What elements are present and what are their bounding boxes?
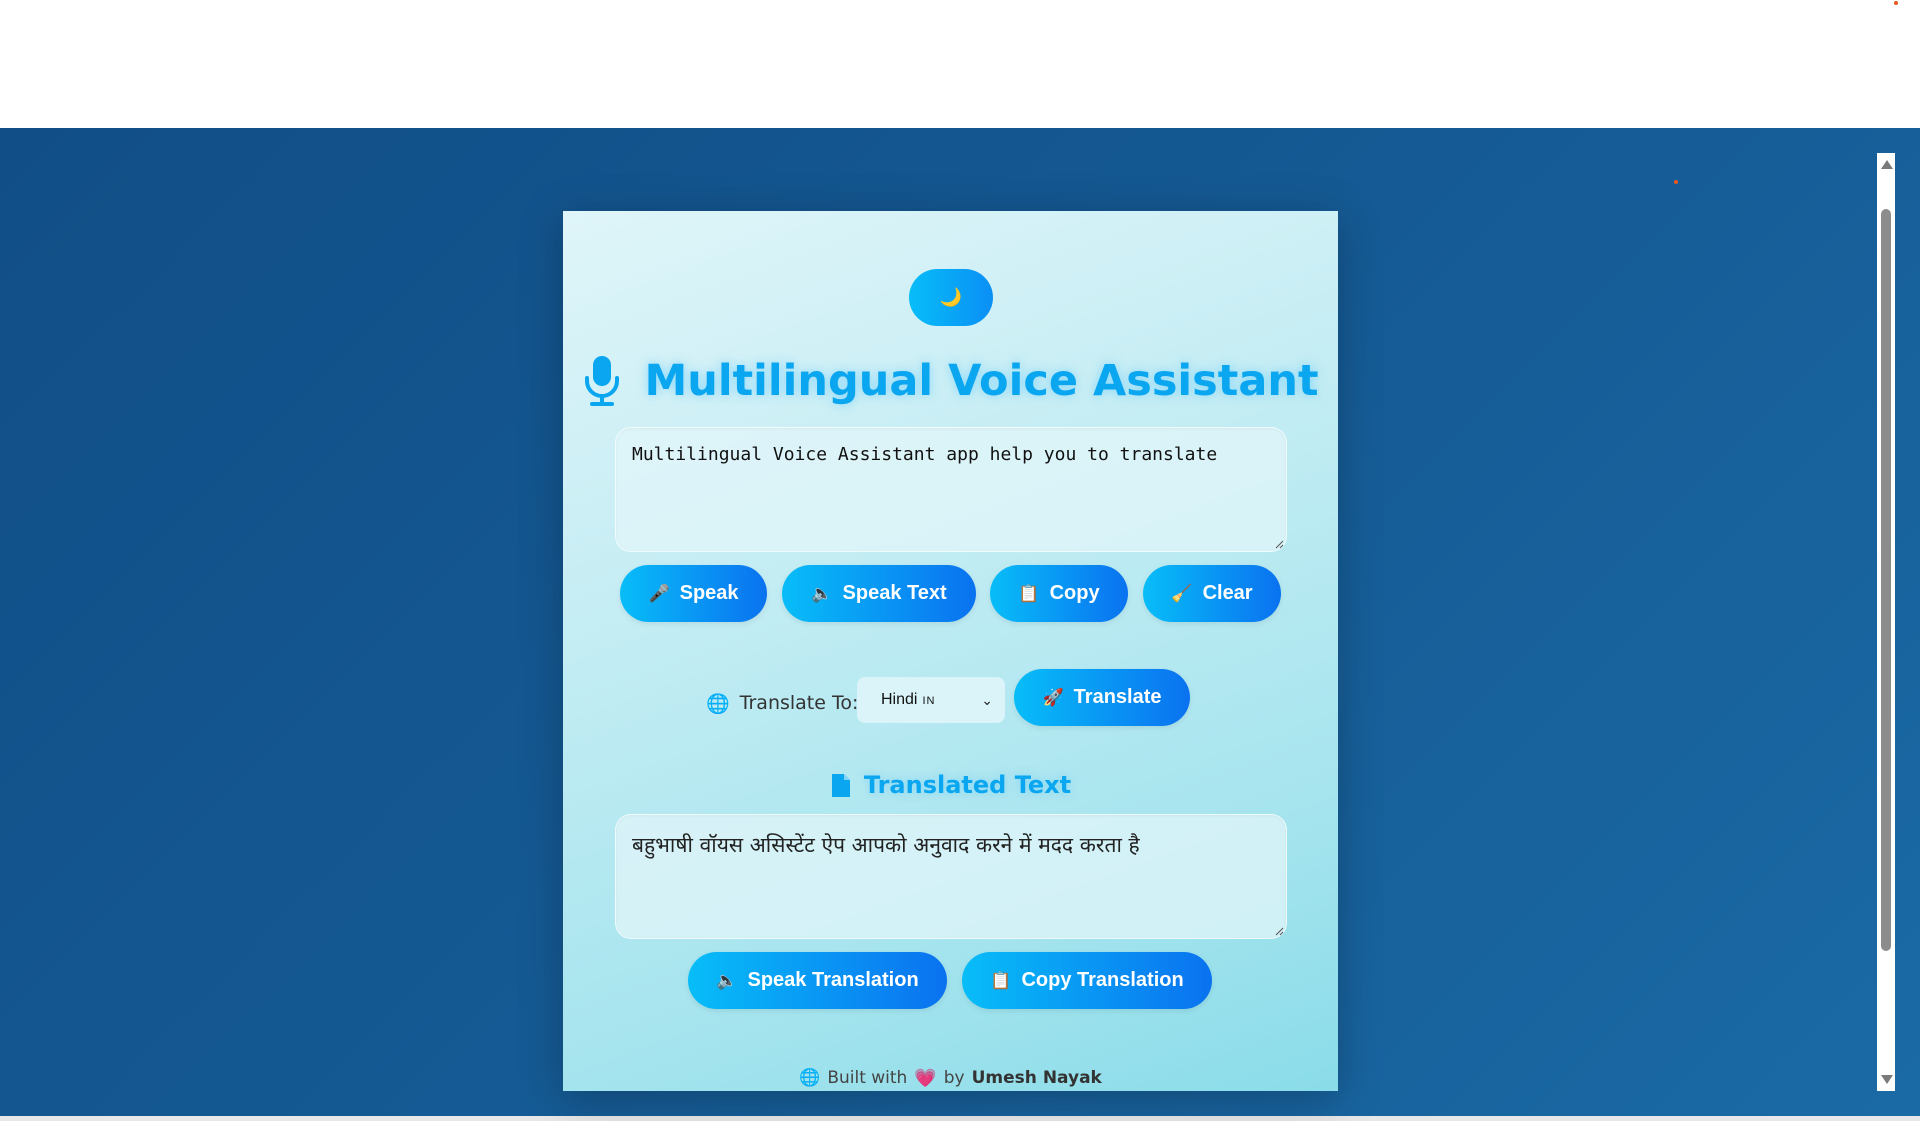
- clipboard-icon: 📋: [1018, 584, 1040, 603]
- translate-to-text: Translate To:: [739, 692, 859, 714]
- microphone-icon: 🎤: [648, 584, 670, 603]
- rocket-icon: 🚀: [1042, 688, 1064, 707]
- clear-button[interactable]: 🧹 Clear: [1143, 565, 1281, 622]
- assistant-card: 🌙 Multilingual Voice Assistant Multiling…: [563, 211, 1338, 1091]
- speaker-icon: 🔈: [716, 971, 738, 990]
- language-select-value: Hindi IN: [881, 691, 936, 708]
- translation-output-text: बहुभाषी वॉयस असिस्टेंट ऐप आपको अनुवाद कर…: [632, 833, 1140, 857]
- globe-icon: 🌐: [799, 1068, 821, 1088]
- translate-to-label: 🌐 Translate To:: [706, 688, 858, 718]
- document-icon: [831, 773, 850, 797]
- chevron-down-icon: ⌄: [981, 691, 993, 708]
- status-dot: [1894, 1, 1898, 5]
- translated-text-heading-label: Translated Text: [863, 771, 1072, 799]
- copy-translation-button-label: Copy Translation: [1021, 969, 1184, 991]
- page-title: Multilingual Voice Assistant: [644, 356, 1319, 406]
- bottom-edge: [0, 1116, 1920, 1121]
- speak-translation-button-label: Speak Translation: [747, 969, 919, 991]
- scroll-up-arrow-icon[interactable]: [1881, 160, 1893, 169]
- translation-output-textarea[interactable]: बहुभाषी वॉयस असिस्टेंट ऐप आपको अनुवाद कर…: [615, 814, 1287, 939]
- scroll-down-arrow-icon[interactable]: [1881, 1075, 1893, 1084]
- clipboard-icon: 📋: [990, 971, 1012, 990]
- input-text: Multilingual Voice Assistant app help yo…: [632, 444, 1218, 465]
- app-header: Multilingual Voice Assistant: [563, 341, 1338, 421]
- resize-grip-icon[interactable]: [1274, 926, 1284, 936]
- copy-button-label: Copy: [1049, 582, 1100, 604]
- theme-toggle-button[interactable]: 🌙: [909, 269, 993, 326]
- browser-top-area: [0, 0, 1920, 128]
- vertical-scrollbar[interactable]: [1877, 153, 1895, 1091]
- microphone-icon: [585, 356, 620, 406]
- clear-button-label: Clear: [1202, 582, 1253, 604]
- translate-button[interactable]: 🚀 Translate: [1014, 669, 1190, 726]
- scroll-thumb[interactable]: [1881, 209, 1891, 951]
- footer-prefix: Built with: [827, 1068, 908, 1088]
- globe-icon: 🌐: [706, 692, 730, 715]
- translate-button-label: Translate: [1073, 686, 1162, 708]
- author-name: Umesh Nayak: [971, 1068, 1102, 1088]
- heart-icon: 💗: [914, 1067, 937, 1089]
- speak-text-button-label: Speak Text: [842, 582, 947, 604]
- copy-translation-button[interactable]: 📋 Copy Translation: [962, 952, 1212, 1009]
- speak-button-label: Speak: [679, 582, 739, 604]
- moon-icon: 🌙: [939, 287, 963, 307]
- copy-button[interactable]: 📋 Copy: [990, 565, 1128, 622]
- decorative-dot: [1674, 180, 1678, 184]
- input-textarea[interactable]: Multilingual Voice Assistant app help yo…: [615, 427, 1287, 552]
- speak-button[interactable]: 🎤 Speak: [620, 565, 767, 622]
- translated-text-heading: Translated Text: [563, 767, 1338, 803]
- broom-icon: 🧹: [1171, 584, 1193, 603]
- resize-grip-icon[interactable]: [1274, 539, 1284, 549]
- footer-credit: 🌐 Built with 💗 by Umesh Nayak: [563, 1066, 1338, 1090]
- footer-by: by: [943, 1068, 965, 1088]
- speak-text-button[interactable]: 🔈 Speak Text: [782, 565, 976, 622]
- speaker-icon: 🔈: [811, 584, 833, 603]
- speak-translation-button[interactable]: 🔈 Speak Translation: [688, 952, 947, 1009]
- flag-in-icon: IN: [922, 695, 936, 707]
- language-select[interactable]: Hindi IN ⌄: [857, 677, 1005, 723]
